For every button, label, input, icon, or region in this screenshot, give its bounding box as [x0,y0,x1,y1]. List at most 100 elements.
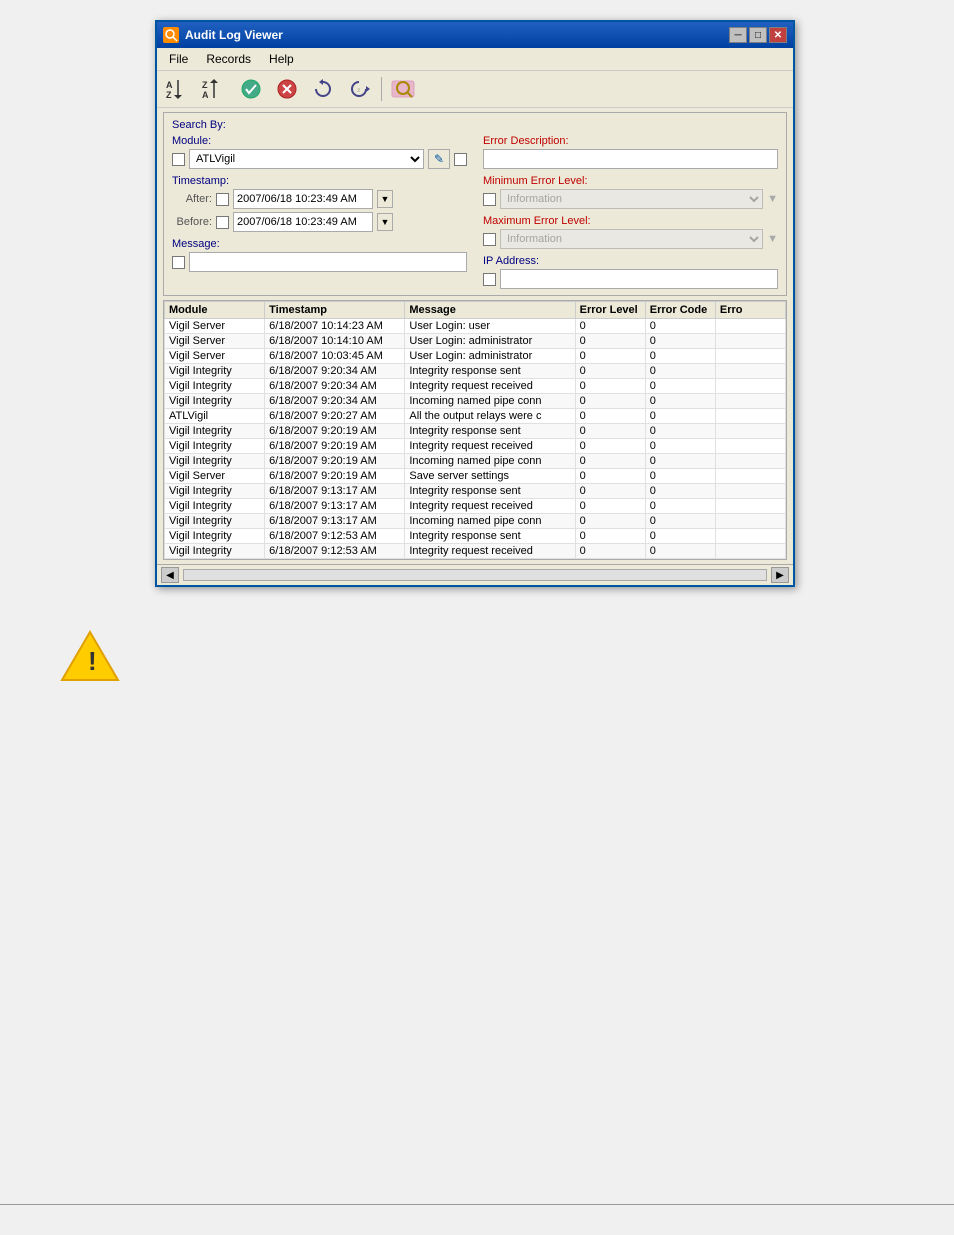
scroll-track[interactable] [183,569,767,581]
refresh2-button[interactable]: ₂ [343,75,375,103]
module-checkbox[interactable] [172,153,185,166]
menu-help[interactable]: Help [261,50,302,68]
cell-message: Integrity response sent [405,484,575,499]
cell-message: Integrity request received [405,499,575,514]
table-row[interactable]: Vigil Integrity 6/18/2007 9:13:17 AM Inc… [165,514,786,529]
cell-errorlevel: 0 [575,334,645,349]
search-button[interactable] [388,75,420,103]
table-row[interactable]: Vigil Integrity 6/18/2007 9:20:19 AM Int… [165,424,786,439]
table-row[interactable]: Vigil Integrity 6/18/2007 9:20:34 AM Inc… [165,394,786,409]
cell-module: Vigil Server [165,469,265,484]
col-header-message[interactable]: Message [405,302,575,319]
cell-timestamp: 6/18/2007 9:12:53 AM [265,529,405,544]
table-row[interactable]: Vigil Integrity 6/18/2007 9:20:34 AM Int… [165,379,786,394]
maximize-button[interactable]: □ [749,27,767,43]
before-input[interactable] [233,212,373,232]
cell-timestamp: 6/18/2007 9:20:34 AM [265,364,405,379]
min-error-checkbox[interactable] [483,193,496,206]
cell-errorlevel: 0 [575,529,645,544]
scroll-left-button[interactable]: ◀ [161,567,179,583]
table-row[interactable]: Vigil Server 6/18/2007 10:14:10 AM User … [165,334,786,349]
after-input[interactable] [233,189,373,209]
left-search-col: Module: ATLVigil ✎ Timestamp: After: [172,135,467,289]
after-dropdown-button[interactable]: ▼ [377,190,393,208]
before-checkbox[interactable] [216,216,229,229]
table-row[interactable]: Vigil Server 6/18/2007 10:14:23 AM User … [165,319,786,334]
col-header-errordesc[interactable]: Erro [715,302,785,319]
minimize-button[interactable]: ─ [729,27,747,43]
min-error-select[interactable]: Information [500,189,763,209]
svg-text:Z: Z [202,80,208,90]
menu-file[interactable]: File [161,50,196,68]
message-input[interactable] [189,252,467,272]
cell-errorcode: 0 [645,364,715,379]
sort-za-button[interactable]: Z A [199,75,231,103]
min-error-label: Minimum Error Level: [483,175,778,187]
col-header-timestamp[interactable]: Timestamp [265,302,405,319]
col-header-module[interactable]: Module [165,302,265,319]
search-by-label: Search By: [172,119,778,131]
cell-errordesc [715,499,785,514]
module-checkbox2[interactable] [454,153,467,166]
table-row[interactable]: Vigil Server 6/18/2007 9:20:19 AM Save s… [165,469,786,484]
search-panel: Search By: Module: ATLVigil ✎ Timestamp:… [163,112,787,296]
module-select[interactable]: ATLVigil [189,149,424,169]
table-row[interactable]: Vigil Integrity 6/18/2007 9:12:53 AM Int… [165,529,786,544]
before-dropdown-button[interactable]: ▼ [377,213,393,231]
cell-errorlevel: 0 [575,394,645,409]
cell-errorcode: 0 [645,484,715,499]
cell-message: Incoming named pipe conn [405,394,575,409]
warning-section: ! [60,630,120,685]
max-error-select[interactable]: Information [500,229,763,249]
cell-errorlevel: 0 [575,439,645,454]
cell-timestamp: 6/18/2007 10:03:45 AM [265,349,405,364]
after-checkbox[interactable] [216,193,229,206]
cell-errorlevel: 0 [575,454,645,469]
cell-errorlevel: 0 [575,469,645,484]
title-bar-left: Audit Log Viewer [163,27,283,43]
svg-text:A: A [202,90,209,100]
cell-errorlevel: 0 [575,364,645,379]
table-row[interactable]: Vigil Integrity 6/18/2007 9:13:17 AM Int… [165,484,786,499]
module-row: ATLVigil ✎ [172,149,467,169]
cell-module: Vigil Integrity [165,424,265,439]
col-header-errorlevel[interactable]: Error Level [575,302,645,319]
table-header-row: Module Timestamp Message Error Level Err… [165,302,786,319]
ip-input[interactable] [500,269,778,289]
table-row[interactable]: Vigil Integrity 6/18/2007 9:20:19 AM Int… [165,439,786,454]
refresh-button[interactable] [307,75,339,103]
cell-errordesc [715,514,785,529]
cell-module: Vigil Integrity [165,544,265,559]
cell-message: Integrity response sent [405,364,575,379]
menu-records[interactable]: Records [198,50,259,68]
cell-errordesc [715,409,785,424]
cell-errorcode: 0 [645,319,715,334]
ip-checkbox[interactable] [483,273,496,286]
table-row[interactable]: Vigil Integrity 6/18/2007 9:12:53 AM Int… [165,544,786,559]
remove-filter-button[interactable] [271,75,303,103]
max-error-row: Information ▼ [483,229,778,249]
col-header-errorcode[interactable]: Error Code [645,302,715,319]
cell-module: Vigil Integrity [165,394,265,409]
error-desc-label: Error Description: [483,135,778,147]
table-row[interactable]: ATLVigil 6/18/2007 9:20:27 AM All the ou… [165,409,786,424]
data-table-container[interactable]: Module Timestamp Message Error Level Err… [163,300,787,560]
scroll-right-button[interactable]: ▶ [771,567,789,583]
cell-errordesc [715,439,785,454]
message-checkbox[interactable] [172,256,185,269]
cell-errorlevel: 0 [575,349,645,364]
max-error-checkbox[interactable] [483,233,496,246]
table-row[interactable]: Vigil Integrity 6/18/2007 9:20:19 AM Inc… [165,454,786,469]
window-title: Audit Log Viewer [185,28,283,42]
sort-az-button[interactable]: A Z [163,75,195,103]
table-row[interactable]: Vigil Integrity 6/18/2007 9:20:34 AM Int… [165,364,786,379]
table-row[interactable]: Vigil Integrity 6/18/2007 9:13:17 AM Int… [165,499,786,514]
cell-timestamp: 6/18/2007 9:20:34 AM [265,394,405,409]
cell-errorcode: 0 [645,409,715,424]
table-row[interactable]: Vigil Server 6/18/2007 10:03:45 AM User … [165,349,786,364]
module-edit-button[interactable]: ✎ [428,149,450,169]
error-desc-input[interactable] [483,149,778,169]
apply-filter-button[interactable] [235,75,267,103]
close-button[interactable]: ✕ [769,27,787,43]
cell-module: Vigil Integrity [165,529,265,544]
